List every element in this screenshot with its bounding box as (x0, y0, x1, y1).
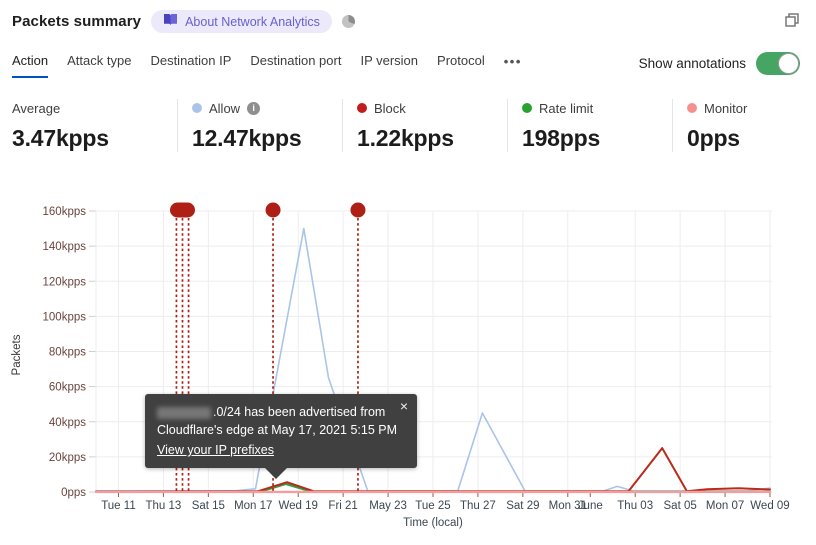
show-annotations-control: Show annotations (639, 52, 800, 75)
y-tick-label: 100kpps (43, 311, 87, 323)
x-tick-label: Wed 19 (278, 500, 317, 512)
monitor-legend-dot (687, 103, 697, 113)
usage-pie-icon (341, 15, 355, 28)
about-network-analytics-badge[interactable]: About Network Analytics (151, 10, 332, 33)
tab-protocol[interactable]: Protocol (437, 53, 485, 76)
annotation-tooltip: × .0/24 has been advertised from Cloudfl… (145, 394, 417, 479)
stat-value: 3.47kpps (12, 125, 109, 151)
x-tick-label: Tue 25 (415, 500, 450, 512)
stat-label: Rate limit (539, 100, 594, 116)
close-icon[interactable]: × (400, 399, 408, 413)
summary-stats-row: Average 3.47kpps Allow 12.47kpps Block 1… (12, 99, 816, 152)
x-tick-label: June (578, 500, 603, 512)
stat-value: 1.22kpps (357, 125, 454, 151)
annotation-pill-marker[interactable] (169, 202, 195, 218)
tooltip-line1: .0/24 has been advertised from (157, 403, 391, 421)
x-tick-label: Tue 11 (101, 500, 136, 512)
x-tick-label: Fri 21 (328, 500, 357, 512)
view-ip-prefixes-link[interactable]: View your IP prefixes (157, 441, 274, 459)
stat-average: Average 3.47kpps (12, 99, 177, 152)
y-tick-label: 80kpps (49, 347, 86, 359)
open-in-new-window-icon[interactable] (784, 12, 800, 33)
redacted-ip-prefix (157, 406, 211, 419)
rate-limit-legend-dot (522, 103, 532, 113)
header: Packets summary About Network Analytics (12, 10, 355, 33)
info-icon[interactable] (247, 101, 261, 115)
x-tick-label: May 23 (369, 500, 407, 512)
show-annotations-label: Show annotations (638, 56, 746, 71)
y-tick-label: 40kpps (49, 417, 86, 429)
stat-value: 12.47kpps (192, 125, 302, 151)
y-tick-label: 120kpps (43, 276, 87, 288)
allow-legend-dot (192, 103, 202, 113)
tab-attack-type[interactable]: Attack type (67, 53, 131, 76)
toggle-knob (778, 53, 799, 74)
stat-rate-limit: Rate limit 198pps (507, 99, 672, 152)
network-analytics-panel: Packets summary About Network Analytics … (0, 0, 816, 545)
show-annotations-toggle[interactable] (756, 52, 800, 75)
stat-allow: Allow 12.47kpps (177, 99, 342, 152)
y-tick-label: 160kpps (43, 206, 87, 218)
x-tick-label: Wed 09 (750, 500, 789, 512)
x-tick-label: Sat 15 (192, 500, 225, 512)
annotation-dot-marker[interactable] (265, 202, 281, 218)
y-tick-label: 20kpps (49, 452, 86, 464)
x-tick-label: Thu 13 (145, 500, 181, 512)
x-tick-label: Mon 17 (234, 500, 272, 512)
x-tick-label: Thu 27 (460, 500, 496, 512)
y-tick-label: 60kpps (49, 382, 86, 394)
about-badge-label: About Network Analytics (185, 14, 320, 29)
stat-monitor: Monitor 0pps (672, 99, 816, 152)
x-tick-label: Sat 29 (506, 500, 539, 512)
stat-label: Monitor (704, 100, 748, 116)
page-title: Packets summary (12, 13, 142, 30)
y-tick-label: 0pps (61, 487, 86, 499)
packets-chart: 0pps 20kpps 40kpps 60kpps 80kpps 100kpps 120kp… (11, 202, 790, 529)
book-icon (163, 13, 178, 31)
stat-block: Block 1.22kpps (342, 99, 507, 152)
tab-destination-ip[interactable]: Destination IP (150, 53, 231, 76)
x-tick-label: Mon 07 (706, 500, 744, 512)
stat-value: 0pps (687, 125, 740, 151)
annotation-dot-marker[interactable] (350, 202, 366, 218)
y-tick-label: 140kpps (43, 241, 87, 253)
block-legend-dot (357, 103, 367, 113)
tab-destination-port[interactable]: Destination port (250, 53, 341, 76)
x-tick-label: Sat 05 (664, 500, 697, 512)
x-axis-title: Time (local) (403, 517, 463, 529)
dimension-tabs: Action Attack type Destination IP Destin… (12, 53, 522, 78)
tab-action[interactable]: Action (12, 53, 49, 78)
stat-label: Block (374, 100, 406, 116)
stat-value: 198pps (522, 125, 601, 151)
stat-label: Allow (209, 100, 241, 116)
x-tick-label: Thu 03 (617, 500, 653, 512)
more-tabs-ellipsis-icon[interactable]: ••• (504, 53, 522, 77)
tab-ip-version[interactable]: IP version (360, 53, 418, 76)
y-axis-title: Packets (11, 334, 23, 375)
stat-label: Average (12, 100, 61, 116)
tooltip-line2: Cloudflare's edge at May 17, 2021 5:15 P… (157, 423, 398, 437)
